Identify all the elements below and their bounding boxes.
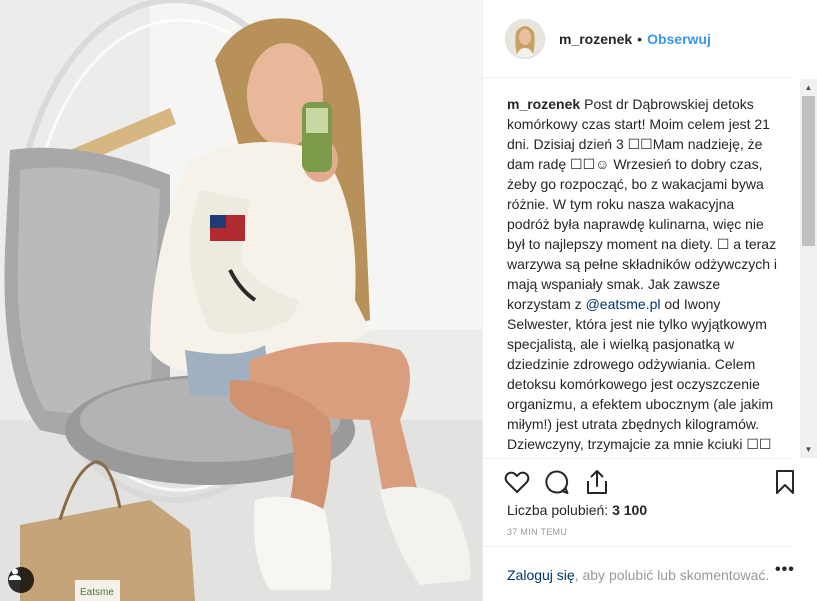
login-link[interactable]: Zaloguj się [507, 567, 575, 583]
caption-part-1: Post dr Dąbrowskiej detoks komórkowy cza… [507, 96, 777, 312]
likes-label: Liczba polubień: [507, 502, 609, 518]
caption-scroll-area[interactable]: m_rozenek Post dr Dąbrowskiej detoks komó… [483, 79, 803, 458]
caption-text: m_rozenek Post dr Dąbrowskiej detoks komó… [507, 94, 777, 458]
login-prompt: Zaloguj się, aby polubić lub skomentować… [507, 567, 769, 583]
scroll-up-arrow-icon[interactable]: ▲ [800, 79, 817, 96]
post-photo[interactable]: Eatsme [0, 0, 482, 601]
svg-text:Eatsme: Eatsme [80, 587, 114, 598]
avatar[interactable] [505, 18, 545, 59]
caption-username[interactable]: m_rozenek [507, 96, 580, 112]
caption-part-2: od Iwony Selwester, która jest nie tylko… [507, 296, 774, 458]
login-footer: Zaloguj się, aby polubić lub skomentować… [483, 546, 794, 601]
bookmark-icon[interactable] [771, 468, 799, 496]
post-side-panel: m_rozenek • Obserwuj m_rozenek Post dr Dą… [482, 0, 817, 601]
more-options-button[interactable]: ••• [775, 561, 795, 579]
header-separator: • [637, 30, 643, 47]
scrollbar-thumb[interactable] [802, 96, 815, 246]
photo-illustration: Eatsme [0, 0, 482, 601]
likes-count[interactable]: Liczba polubień: 3 100 [507, 502, 647, 518]
comment-icon[interactable] [543, 468, 571, 496]
share-icon[interactable] [583, 468, 611, 496]
post-header: m_rozenek • Obserwuj [483, 0, 794, 78]
header-username[interactable]: m_rozenek [559, 31, 632, 47]
likes-number: 3 100 [612, 502, 648, 518]
mention-link[interactable]: @eatsme.pl [586, 296, 661, 312]
scroll-down-arrow-icon[interactable]: ▼ [800, 441, 817, 458]
action-bar [483, 458, 794, 502]
caption-scrollbar[interactable]: ▲ ▼ [800, 79, 817, 458]
heart-icon[interactable] [503, 468, 531, 496]
person-tag-icon[interactable] [8, 567, 34, 593]
follow-button[interactable]: Obserwuj [647, 31, 711, 47]
login-prompt-text: , aby polubić lub skomentować. [574, 567, 770, 583]
post-timestamp[interactable]: 37 MIN TEMU [507, 527, 567, 537]
